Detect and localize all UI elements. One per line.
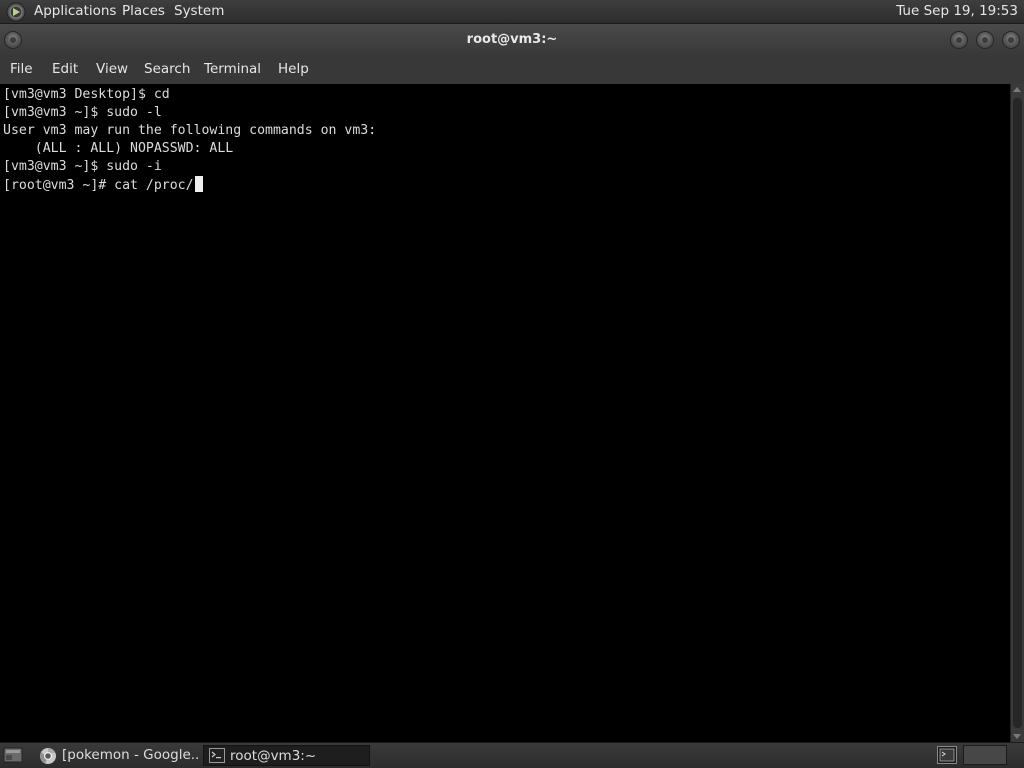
scroll-up-arrow-icon[interactable]	[1013, 87, 1021, 92]
terminal-area[interactable]: [vm3@vm3 Desktop]$ cd [vm3@vm3 ~]$ sudo …	[0, 84, 1010, 742]
top-panel: Applications Places System Tue Sep 19, 1…	[0, 0, 1024, 24]
terminal-line: [vm3@vm3 ~]$ sudo -l	[3, 105, 162, 120]
taskbar-item-label: root@vm3:~	[230, 748, 317, 764]
terminal-line: [vm3@vm3 ~]$ sudo -i	[3, 159, 162, 174]
applications-menu[interactable]: Applications	[34, 3, 116, 19]
applications-menu-icon[interactable]	[6, 2, 26, 22]
window-title: root@vm3:~	[466, 32, 558, 47]
taskbar-item-chrome[interactable]: [pokemon - Google...	[34, 745, 200, 766]
chrome-icon	[40, 748, 56, 764]
bottom-panel: [pokemon - Google... root@vm3:~	[0, 742, 1024, 768]
minimize-button[interactable]	[950, 31, 968, 49]
system-menu[interactable]: System	[174, 3, 224, 19]
close-button[interactable]	[1002, 31, 1020, 49]
text-cursor	[194, 176, 203, 192]
menu-edit[interactable]: Edit	[52, 61, 78, 77]
menu-view[interactable]: View	[96, 61, 128, 77]
workspace-switcher-icon[interactable]	[937, 746, 957, 764]
menu-file[interactable]: File	[10, 61, 33, 77]
menu-terminal[interactable]: Terminal	[204, 61, 261, 77]
window-title-bar[interactable]: root@vm3:~	[0, 24, 1024, 56]
workspace-2[interactable]	[963, 745, 1007, 765]
menubar: File Edit View Search Terminal Help	[0, 56, 1024, 84]
terminal-line: User vm3 may run the following commands …	[3, 123, 377, 138]
scroll-down-arrow-icon[interactable]	[1013, 734, 1021, 739]
taskbar-item-label: [pokemon - Google...	[62, 747, 200, 763]
clock[interactable]: Tue Sep 19, 19:53	[896, 3, 1018, 19]
vertical-scrollbar[interactable]	[1010, 84, 1024, 742]
terminal-line: [vm3@vm3 Desktop]$ cd	[3, 87, 170, 102]
terminal-line: (ALL : ALL) NOPASSWD: ALL	[3, 141, 234, 156]
terminal-current-input: [root@vm3 ~]# cat /proc/	[3, 178, 194, 193]
terminal-icon	[209, 748, 225, 763]
taskbar-item-terminal[interactable]: root@vm3:~	[203, 745, 370, 766]
scrollbar-thumb[interactable]	[1013, 98, 1022, 728]
menu-search[interactable]: Search	[144, 61, 190, 77]
places-menu[interactable]: Places	[122, 3, 165, 19]
show-desktop-icon[interactable]	[3, 746, 23, 764]
menu-help[interactable]: Help	[278, 61, 309, 77]
maximize-button[interactable]	[976, 31, 994, 49]
terminal-prompt-line: [root@vm3 ~]# cat /proc/	[3, 176, 203, 194]
